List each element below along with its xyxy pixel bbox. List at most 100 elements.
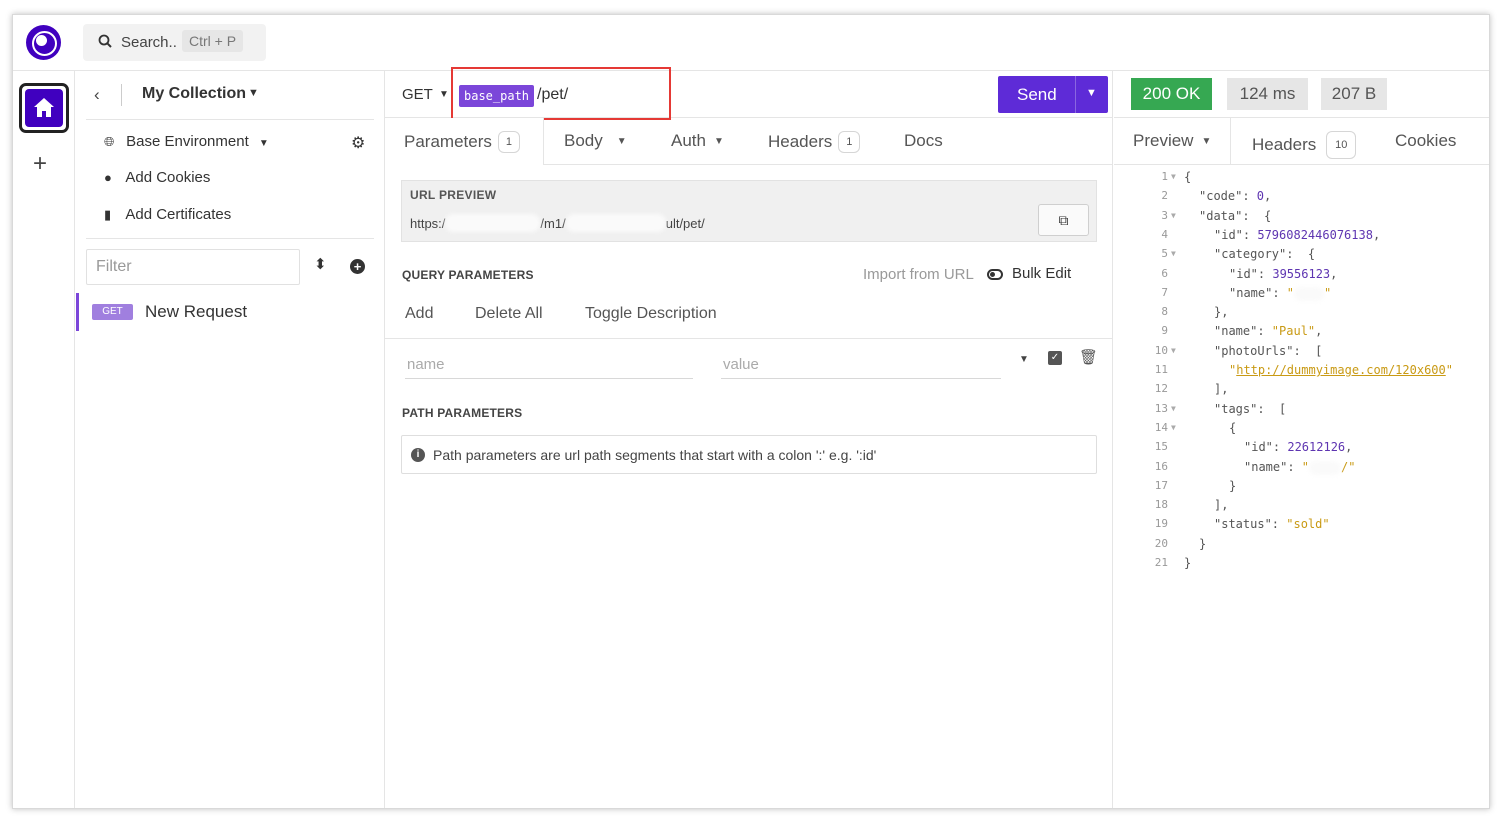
checkbox-icon[interactable]: ✓ (1048, 351, 1062, 365)
bulk-edit-link[interactable]: Bulk Edit (1012, 265, 1071, 282)
tab-headers[interactable]: Headers 1 (768, 131, 861, 153)
sidebar-item-add-cookies[interactable]: ● Add Cookies (104, 169, 210, 186)
sidebar-item-label: Add Cookies (125, 169, 211, 186)
code-line: 9 "name": "Paul", (1114, 324, 1489, 343)
url-preview: URL PREVIEW https://m1/ult/pet/ ⧉ (401, 180, 1097, 242)
url-preview-label: URL PREVIEW (410, 188, 497, 202)
request-pane: GET ▼ base_path /pet/ Send ▼ Parameters 1… (385, 67, 1113, 808)
gear-icon[interactable]: ⚙ (351, 133, 365, 153)
add-workspace-button[interactable]: + (33, 150, 47, 178)
tab-docs[interactable]: Docs (904, 131, 943, 151)
response-tabs: Preview ▼ Headers 10 Cookies (1114, 118, 1489, 165)
tab-response-headers[interactable]: Headers 10 (1252, 131, 1357, 159)
code-line: 13 ▼ "tags": [ (1114, 402, 1489, 421)
path-params-info: i Path parameters are url path segments … (401, 435, 1097, 474)
search-box[interactable]: Search.. Ctrl + P (83, 24, 266, 61)
method-select[interactable]: GET (402, 86, 433, 103)
size-badge: 207 B (1321, 78, 1387, 110)
code-line: 12], (1114, 382, 1489, 401)
code-line: 15 "id": 22612126, (1114, 440, 1489, 459)
code-line: 21} (1114, 556, 1489, 575)
certificate-icon: ▮ (104, 207, 112, 222)
line-number: 2 (1161, 189, 1168, 203)
chevron-left-icon[interactable]: ‹ (94, 85, 100, 105)
cookie-icon: ● (104, 170, 112, 185)
path-params-label: PATH PARAMETERS (402, 406, 523, 420)
line-number: 10 (1154, 343, 1168, 357)
request-tabs: Parameters 1 Body ▼ Auth ▼ Headers 1 Docs (385, 118, 1112, 165)
path-params-info-text: Path parameters are url path segments th… (433, 447, 877, 463)
caret-down-icon: ▼ (1201, 136, 1212, 147)
sidebar-item-base-environment[interactable]: 🌐︎ Base Environment ▼ (104, 133, 269, 150)
add-request-icon[interactable]: + (350, 259, 365, 274)
top-bar: Search.. Ctrl + P (13, 15, 1489, 71)
code-line: 20} (1114, 536, 1489, 556)
collection-title[interactable]: My Collection (142, 85, 246, 103)
search-shortcut: Ctrl + P (182, 30, 244, 52)
left-rail: + (13, 71, 75, 808)
sort-icon[interactable]: ⬍ (314, 255, 327, 273)
status-badge: 200 OK (1131, 78, 1212, 110)
line-number: 16 (1154, 459, 1168, 473)
tab-parameters[interactable]: Parameters 1 (404, 131, 520, 153)
line-number: 5 (1161, 247, 1168, 261)
home-icon (25, 89, 63, 127)
tab-auth[interactable]: Auth ▼ (671, 131, 724, 151)
line-number: 7 (1161, 285, 1168, 299)
line-number: 12 (1154, 382, 1168, 396)
line-number: 21 (1154, 556, 1168, 569)
app-logo-icon[interactable] (26, 25, 61, 60)
param-value-input[interactable] (721, 351, 1001, 379)
info-icon: i (411, 448, 425, 462)
home-button[interactable] (19, 83, 69, 133)
line-number: 18 (1154, 498, 1168, 512)
code-line: 6 "id": 39556123, (1114, 267, 1489, 286)
line-number: 15 (1154, 440, 1168, 454)
trash-icon[interactable]: 🗑︎ (1079, 348, 1098, 366)
request-list-item[interactable]: GET New Request (76, 293, 384, 331)
method-badge: GET (92, 304, 133, 320)
fold-icon: ▼ (1171, 210, 1176, 220)
url-preview-value: https://m1/ult/pet/ (410, 214, 705, 232)
line-number: 9 (1161, 324, 1168, 338)
query-params-label: QUERY PARAMETERS (402, 268, 534, 282)
line-number: 19 (1154, 517, 1168, 531)
sidebar-item-add-certificates[interactable]: ▮ Add Certificates (104, 206, 231, 223)
url-bar: GET ▼ base_path /pet/ Send ▼ (385, 67, 1112, 120)
send-label: Send (1017, 85, 1057, 104)
tab-preview[interactable]: Preview ▼ (1133, 131, 1211, 151)
send-button[interactable]: Send ▼ (998, 76, 1108, 113)
caret-down-icon[interactable]: ▼ (1019, 354, 1029, 365)
caret-down-icon: ▼ (258, 138, 269, 149)
app-window: Search.. Ctrl + P + ‹ My Collection ▼ 🌐︎… (12, 14, 1490, 809)
divider (1075, 76, 1076, 113)
code-line: 18], (1114, 498, 1489, 517)
param-name-input[interactable] (405, 351, 693, 379)
time-badge: 124 ms (1227, 78, 1308, 110)
line-number: 14 (1154, 420, 1168, 434)
caret-down-icon: ▼ (616, 136, 627, 147)
url-variable-tag[interactable]: base_path (459, 85, 535, 107)
caret-down-icon[interactable]: ▼ (248, 87, 259, 99)
toggle-description-button[interactable]: Toggle Description (585, 305, 717, 323)
line-number: 20 (1154, 536, 1168, 550)
response-pane: 200 OK 124 ms 207 B Preview ▼ Headers 10 C… (1114, 71, 1489, 808)
code-line: 19 "status": "sold" (1114, 517, 1489, 536)
copy-icon[interactable]: ⧉ (1038, 204, 1089, 236)
fold-icon: ▼ (1171, 422, 1176, 432)
fold-icon: ▼ (1171, 249, 1176, 259)
add-param-button[interactable]: Add (405, 305, 433, 323)
import-from-url-link[interactable]: Import from URL (863, 266, 974, 283)
filter-input[interactable] (86, 249, 300, 285)
caret-down-icon: ▼ (713, 136, 724, 147)
code-line: 14 ▼{ (1114, 420, 1489, 440)
caret-down-icon[interactable]: ▼ (439, 89, 449, 100)
divider (86, 119, 374, 120)
delete-all-button[interactable]: Delete All (475, 305, 543, 323)
toggle-icon[interactable] (987, 269, 1003, 280)
tab-cookies[interactable]: Cookies (1395, 131, 1456, 151)
url-input[interactable]: /pet/ (537, 86, 568, 104)
caret-down-icon[interactable]: ▼ (1086, 87, 1097, 99)
code-line: 7 "name": " " (1114, 285, 1489, 305)
tab-body[interactable]: Body ▼ (564, 131, 627, 151)
